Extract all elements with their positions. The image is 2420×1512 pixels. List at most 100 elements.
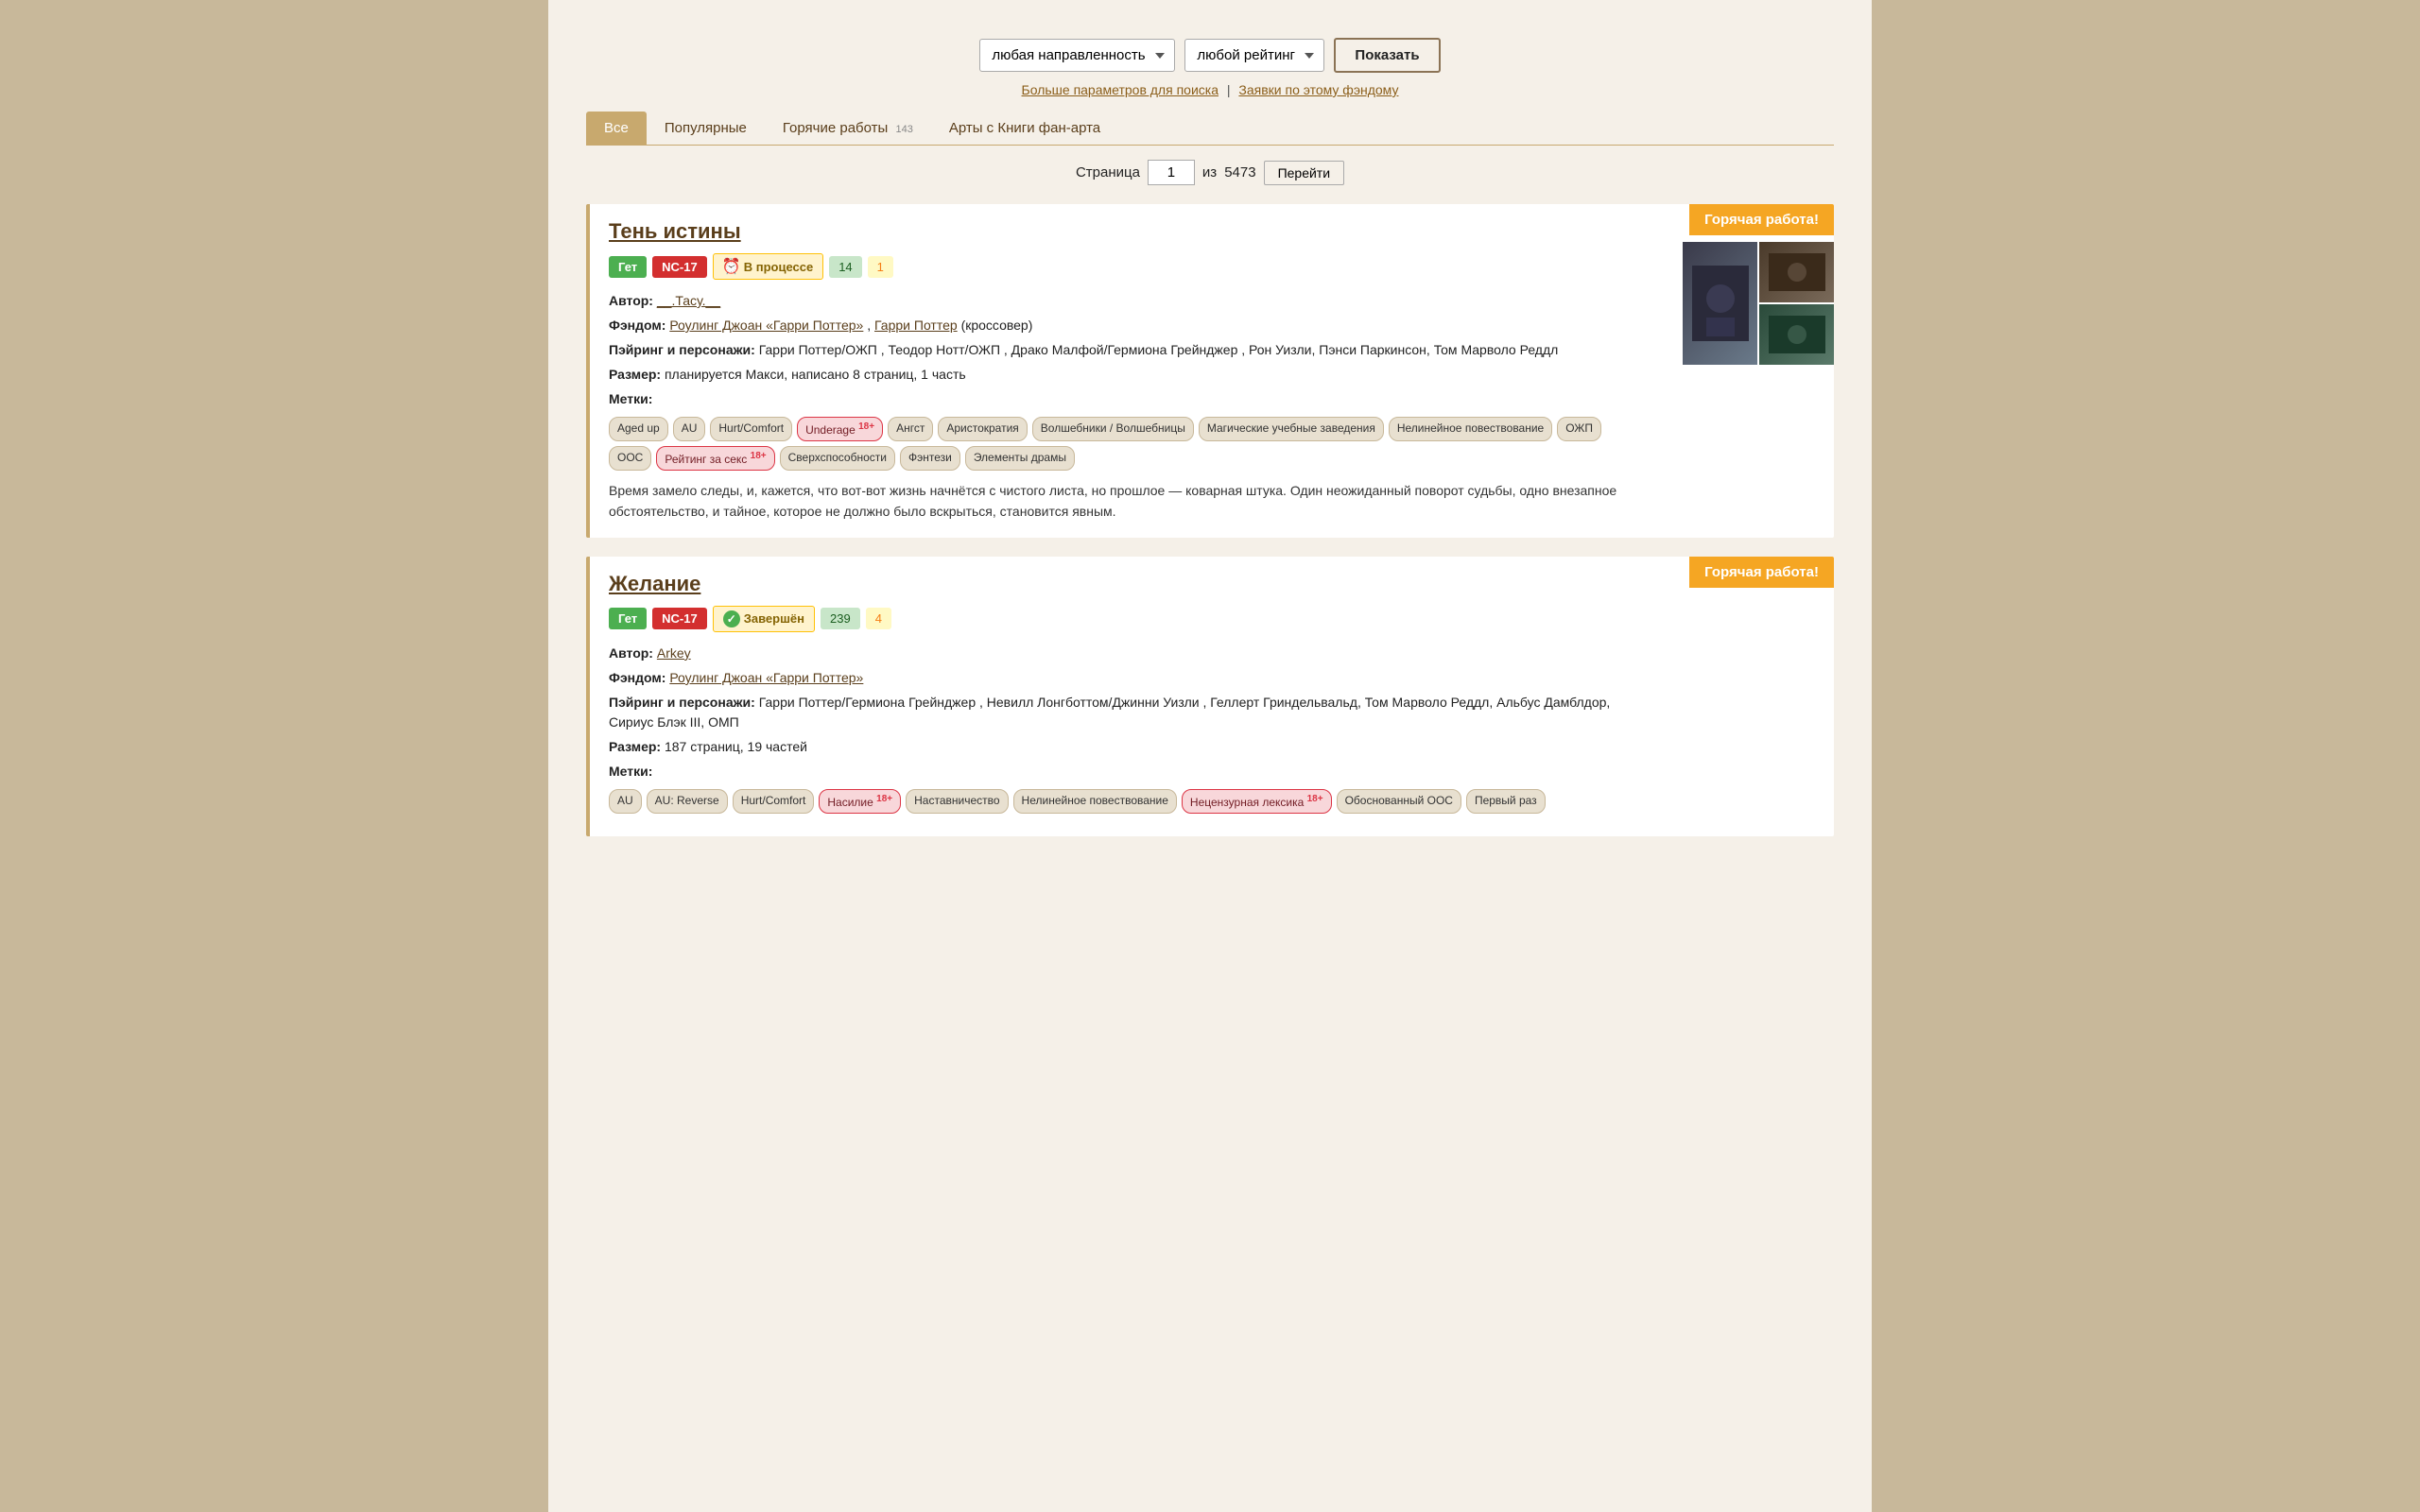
direction-badge: Гет (609, 256, 647, 278)
tag-rating-sex[interactable]: Рейтинг за секс 18+ (656, 446, 774, 471)
tab-hot-label: Горячие работы (783, 120, 888, 136)
fic-title-ten-istiny[interactable]: Тень истины (609, 219, 741, 244)
chapters-badge-2: 239 (821, 608, 860, 629)
tag-oos[interactable]: ООС (609, 446, 651, 471)
tag2-au-reverse[interactable]: AU: Reverse (647, 789, 728, 814)
rating-badge: NC-17 (652, 256, 707, 278)
tab-hot[interactable]: Горячие работы 143 (765, 112, 931, 145)
more-params-link[interactable]: Больше параметров для поиска (1022, 82, 1219, 97)
tag-aged-up[interactable]: Aged up (609, 417, 668, 441)
tab-arts[interactable]: Арты с Книги фан-арта (931, 112, 1118, 145)
fandom-label-2: Фэндом: (609, 670, 666, 685)
tag-hurt-comfort[interactable]: Hurt/Comfort (710, 417, 792, 441)
link-separator: | (1227, 82, 1235, 97)
pagination-separator: из (1202, 164, 1217, 180)
status-badge-in-progress: ⏰ В процессе (713, 253, 823, 280)
tag-ojp[interactable]: ОЖП (1557, 417, 1601, 441)
fic-author-row: Автор: __.Тасу.__ (609, 291, 1645, 311)
fic-size-row-2: Размер: 187 страниц, 19 частей (609, 737, 1645, 757)
tab-hot-count: 143 (895, 124, 912, 135)
pairing-label-2: Пэйринг и персонажи: (609, 695, 755, 710)
pairings-text: Гарри Поттер/ОЖП , Теодор Нотт/ОЖП , Дра… (759, 342, 1559, 357)
fandom2-link[interactable]: Гарри Поттер (874, 318, 958, 333)
tag2-violence[interactable]: Насилие 18+ (819, 789, 901, 814)
direction-badge-2: Гет (609, 608, 647, 629)
size-label-2: Размер: (609, 739, 661, 754)
tag-nonlinear[interactable]: Нелинейное повествование (1389, 417, 1552, 441)
fandom-comma: , (867, 318, 874, 333)
fandom-label: Фэндом: (609, 318, 666, 333)
tag-fantasy[interactable]: Фэнтези (900, 446, 960, 471)
tag2-grounded-oos[interactable]: Обоснованный ООС (1337, 789, 1461, 814)
search-links: Больше параметров для поиска | Заявки по… (586, 82, 1834, 97)
tag2-nonlinear[interactable]: Нелинейное повествование (1013, 789, 1177, 814)
page-wrapper: любая направленность Гет Слэш Фемслэш Дж… (548, 0, 1872, 1512)
parts-badge-2: 4 (866, 608, 891, 629)
tag-aristocracy[interactable]: Аристократия (938, 417, 1027, 441)
rating-badge-2: NC-17 (652, 608, 707, 629)
pairings-text-2: Гарри Поттер/Гермиона Грейнджер , Невилл… (609, 695, 1610, 730)
tag-wizards[interactable]: Волшебники / Волшебницы (1032, 417, 1194, 441)
tabs-container: Все Популярные Горячие работы 143 Арты с… (586, 112, 1834, 146)
tag-drama-elements[interactable]: Элементы драмы (965, 446, 1075, 471)
author-link-2[interactable]: Arkey (657, 645, 691, 661)
tag2-au[interactable]: AU (609, 789, 642, 814)
rating-select[interactable]: любой рейтинг G PG-13 R NC-17 (1184, 39, 1324, 72)
fic-card-content: Тень истины Гет NC-17 ⏰ В процессе 14 1 … (609, 219, 1815, 523)
chapters-badge: 14 (829, 256, 861, 278)
author-label: Автор: (609, 293, 653, 308)
page-input[interactable] (1148, 160, 1195, 185)
page-go-button[interactable]: Перейти (1264, 161, 1344, 185)
fic-badges: Гет NC-17 ⏰ В процессе 14 1 (609, 253, 1645, 280)
pagination-total: 5473 (1224, 164, 1255, 180)
fic-description: Время замело следы, и, кажется, что вот-… (609, 480, 1645, 523)
fic-card-ten-istiny: Тень истины Гет NC-17 ⏰ В процессе 14 1 … (586, 204, 1834, 538)
fic-image-3 (1759, 304, 1834, 365)
tab-all[interactable]: Все (586, 112, 647, 145)
pairing-label: Пэйринг и персонажи: (609, 342, 755, 357)
fic-fandom-row-2: Фэндом: Роулинг Джоан «Гарри Поттер» (609, 668, 1645, 688)
fic-image-1 (1683, 242, 1757, 365)
tag2-mentoring[interactable]: Наставничество (906, 789, 1008, 814)
size-text: планируется Макси, написано 8 страниц, 1… (665, 367, 966, 382)
tag-au[interactable]: AU (673, 417, 706, 441)
tag-magic-schools[interactable]: Магические учебные заведения (1199, 417, 1384, 441)
tag-angst[interactable]: Ангст (888, 417, 933, 441)
fic-tags-list: Aged up AU Hurt/Comfort Underage 18+ Анг… (609, 417, 1645, 471)
size-label: Размер: (609, 367, 661, 382)
fic-image-2 (1759, 242, 1834, 302)
fic-card-content-2: Желание Гет NC-17 ✓ Завершён 239 4 Автор… (609, 572, 1815, 814)
size-text-2: 187 страниц, 19 частей (665, 739, 807, 754)
search-bar: любая направленность Гет Слэш Фемслэш Дж… (586, 19, 1834, 82)
fic-fandom-row: Фэндом: Роулинг Джоан «Гарри Поттер» , Г… (609, 316, 1645, 335)
tab-popular[interactable]: Популярные (647, 112, 765, 145)
status-label-2: Завершён (744, 611, 804, 626)
tag2-first-time[interactable]: Первый раз (1466, 789, 1546, 814)
clock-icon: ⏰ (723, 258, 740, 275)
fic-author-row-2: Автор: Arkey (609, 644, 1645, 663)
fandom1-link-2[interactable]: Роулинг Джоан «Гарри Поттер» (669, 670, 863, 685)
pagination: Страница из 5473 Перейти (586, 160, 1834, 185)
status-label: В процессе (744, 260, 813, 274)
requests-link[interactable]: Заявки по этому фэндому (1238, 82, 1398, 97)
fandom1-link[interactable]: Роулинг Джоан «Гарри Поттер» (669, 318, 863, 333)
fic-title-zhelanie[interactable]: Желание (609, 572, 700, 596)
parts-badge: 1 (868, 256, 893, 278)
check-icon: ✓ (723, 610, 740, 627)
direction-select[interactable]: любая направленность Гет Слэш Фемслэш Дж… (979, 39, 1175, 72)
fic-tags-row: Метки: Aged up AU Hurt/Comfort Underage … (609, 389, 1645, 471)
fic-card-zhelanie: Желание Гет NC-17 ✓ Завершён 239 4 Автор… (586, 557, 1834, 836)
tag-underage[interactable]: Underage 18+ (797, 417, 883, 441)
fic-pairing-row-2: Пэйринг и персонажи: Гарри Поттер/Гермио… (609, 693, 1645, 732)
tags-label: Метки: (609, 391, 652, 406)
fic-tags-list-2: AU AU: Reverse Hurt/Comfort Насилие 18+ … (609, 789, 1645, 814)
tag-superpowers[interactable]: Сверхспособности (780, 446, 895, 471)
author-link[interactable]: __.Тасу.__ (657, 293, 720, 308)
show-button[interactable]: Показать (1334, 38, 1440, 73)
tag2-profanity[interactable]: Нецензурная лексика 18+ (1182, 789, 1332, 814)
author-label-2: Автор: (609, 645, 653, 661)
fandom-note: (кроссовер) (961, 318, 1033, 333)
status-badge-completed: ✓ Завершён (713, 606, 815, 632)
fic-badges-2: Гет NC-17 ✓ Завершён 239 4 (609, 606, 1645, 632)
tag2-hurt-comfort[interactable]: Hurt/Comfort (733, 789, 815, 814)
